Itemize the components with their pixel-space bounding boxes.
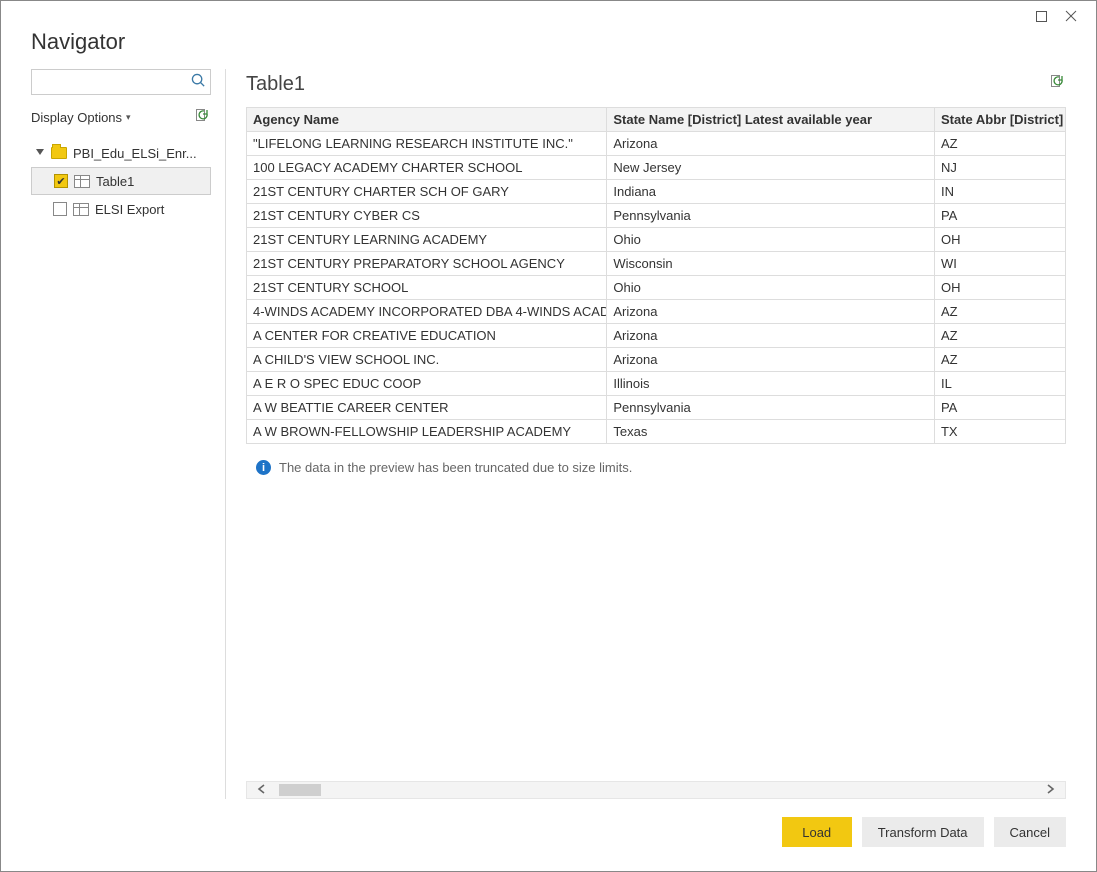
table-cell: Pennsylvania bbox=[607, 204, 935, 228]
tree-root-folder[interactable]: PBI_Edu_ELSi_Enr... bbox=[31, 139, 211, 167]
table-cell: Arizona bbox=[607, 324, 935, 348]
table-row[interactable]: 21ST CENTURY CYBER CSPennsylvaniaPA bbox=[247, 204, 1066, 228]
search-icon[interactable] bbox=[191, 73, 206, 92]
table-row[interactable]: A E R O SPEC EDUC COOPIllinoisIL bbox=[247, 372, 1066, 396]
table-cell: IL bbox=[934, 372, 1065, 396]
tree-item-label: ELSI Export bbox=[95, 202, 211, 217]
table-cell: Wisconsin bbox=[607, 252, 935, 276]
tree-collapse-icon[interactable] bbox=[35, 149, 45, 157]
table-row[interactable]: 21ST CENTURY CHARTER SCH OF GARYIndianaI… bbox=[247, 180, 1066, 204]
truncation-info: i The data in the preview has been trunc… bbox=[246, 460, 1066, 475]
table-cell: AZ bbox=[934, 324, 1065, 348]
table-row[interactable]: 4-WINDS ACADEMY INCORPORATED DBA 4-WINDS… bbox=[247, 300, 1066, 324]
table-row[interactable]: A W BEATTIE CAREER CENTERPennsylvaniaPA bbox=[247, 396, 1066, 420]
tree-root-label: PBI_Edu_ELSi_Enr... bbox=[73, 146, 211, 161]
table-cell: Arizona bbox=[607, 132, 935, 156]
table-cell: Ohio bbox=[607, 228, 935, 252]
table-cell: Texas bbox=[607, 420, 935, 444]
preview-pane: Table1 Agency Name State Name [District]… bbox=[226, 69, 1066, 799]
info-icon: i bbox=[256, 460, 271, 475]
table-cell: AZ bbox=[934, 300, 1065, 324]
transform-data-button[interactable]: Transform Data bbox=[862, 817, 984, 847]
table-cell: A CENTER FOR CREATIVE EDUCATION bbox=[247, 324, 607, 348]
table-cell: New Jersey bbox=[607, 156, 935, 180]
table-icon bbox=[73, 203, 89, 216]
preview-table: Agency Name State Name [District] Latest… bbox=[246, 107, 1066, 444]
scroll-right-arrow[interactable] bbox=[1035, 783, 1065, 797]
table-cell: OH bbox=[934, 276, 1065, 300]
table-row[interactable]: 21ST CENTURY LEARNING ACADEMYOhioOH bbox=[247, 228, 1066, 252]
tree-item-table1[interactable]: ✔ Table1 bbox=[31, 167, 211, 195]
table-row[interactable]: 21ST CENTURY SCHOOLOhioOH bbox=[247, 276, 1066, 300]
search-box[interactable] bbox=[31, 69, 211, 95]
close-button[interactable] bbox=[1056, 1, 1086, 31]
tree-item-checkbox[interactable]: ✔ bbox=[54, 174, 68, 188]
dialog-footer: Load Transform Data Cancel bbox=[1, 799, 1096, 871]
table-cell: TX bbox=[934, 420, 1065, 444]
dialog-title: Navigator bbox=[1, 29, 1096, 69]
table-cell: 4-WINDS ACADEMY INCORPORATED DBA 4-WINDS… bbox=[247, 300, 607, 324]
table-cell: Arizona bbox=[607, 300, 935, 324]
table-cell: WI bbox=[934, 252, 1065, 276]
table-cell: Pennsylvania bbox=[607, 396, 935, 420]
table-cell: PA bbox=[934, 204, 1065, 228]
table-cell: "LIFELONG LEARNING RESEARCH INSTITUTE IN… bbox=[247, 132, 607, 156]
table-cell: Indiana bbox=[607, 180, 935, 204]
table-cell: Arizona bbox=[607, 348, 935, 372]
chevron-down-icon: ▾ bbox=[126, 112, 131, 123]
table-row[interactable]: A W BROWN-FELLOWSHIP LEADERSHIP ACADEMYT… bbox=[247, 420, 1066, 444]
table-cell: 21ST CENTURY SCHOOL bbox=[247, 276, 607, 300]
display-options-label: Display Options bbox=[31, 110, 122, 125]
table-cell: Ohio bbox=[607, 276, 935, 300]
navigator-tree: PBI_Edu_ELSi_Enr... ✔ Table1 ELSI Export bbox=[31, 139, 211, 223]
table-row[interactable]: A CHILD'S VIEW SCHOOL INC.ArizonaAZ bbox=[247, 348, 1066, 372]
table-cell: 21ST CENTURY LEARNING ACADEMY bbox=[247, 228, 607, 252]
table-row[interactable]: A CENTER FOR CREATIVE EDUCATIONArizonaAZ bbox=[247, 324, 1066, 348]
tree-item-checkbox[interactable] bbox=[53, 202, 67, 216]
column-header[interactable]: State Abbr [District] bbox=[934, 108, 1065, 132]
scrollbar-thumb[interactable] bbox=[279, 784, 321, 796]
load-button[interactable]: Load bbox=[782, 817, 852, 847]
table-cell: 100 LEGACY ACADEMY CHARTER SCHOOL bbox=[247, 156, 607, 180]
table-row[interactable]: 21ST CENTURY PREPARATORY SCHOOL AGENCYWi… bbox=[247, 252, 1066, 276]
display-options-dropdown[interactable]: Display Options ▾ bbox=[31, 110, 131, 125]
info-text: The data in the preview has been truncat… bbox=[279, 460, 632, 475]
table-cell: AZ bbox=[934, 348, 1065, 372]
tree-item-label: Table1 bbox=[96, 174, 210, 189]
table-cell: A W BEATTIE CAREER CENTER bbox=[247, 396, 607, 420]
table-cell: 21ST CENTURY PREPARATORY SCHOOL AGENCY bbox=[247, 252, 607, 276]
horizontal-scrollbar[interactable] bbox=[246, 781, 1066, 799]
table-cell: OH bbox=[934, 228, 1065, 252]
table-icon bbox=[74, 175, 90, 188]
navigator-left-pane: Display Options ▾ PBI_ bbox=[31, 69, 226, 799]
table-cell: 21ST CENTURY CHARTER SCH OF GARY bbox=[247, 180, 607, 204]
table-cell: NJ bbox=[934, 156, 1065, 180]
window-titlebar bbox=[1, 1, 1096, 31]
table-cell: IN bbox=[934, 180, 1065, 204]
table-row[interactable]: 100 LEGACY ACADEMY CHARTER SCHOOLNew Jer… bbox=[247, 156, 1066, 180]
folder-icon bbox=[51, 147, 67, 159]
refresh-icon[interactable] bbox=[195, 108, 211, 127]
table-header-row: Agency Name State Name [District] Latest… bbox=[247, 108, 1066, 132]
preview-refresh-icon[interactable] bbox=[1050, 73, 1066, 96]
table-cell: A W BROWN-FELLOWSHIP LEADERSHIP ACADEMY bbox=[247, 420, 607, 444]
table-row[interactable]: "LIFELONG LEARNING RESEARCH INSTITUTE IN… bbox=[247, 132, 1066, 156]
scroll-left-arrow[interactable] bbox=[247, 783, 277, 797]
column-header[interactable]: Agency Name bbox=[247, 108, 607, 132]
table-cell: AZ bbox=[934, 132, 1065, 156]
table-cell: PA bbox=[934, 396, 1065, 420]
table-cell: A CHILD'S VIEW SCHOOL INC. bbox=[247, 348, 607, 372]
table-cell: Illinois bbox=[607, 372, 935, 396]
navigator-dialog: Navigator Display Options ▾ bbox=[0, 0, 1097, 872]
preview-title: Table1 bbox=[246, 73, 305, 96]
table-cell: 21ST CENTURY CYBER CS bbox=[247, 204, 607, 228]
cancel-button[interactable]: Cancel bbox=[994, 817, 1066, 847]
maximize-button[interactable] bbox=[1026, 1, 1056, 31]
column-header[interactable]: State Name [District] Latest available y… bbox=[607, 108, 935, 132]
search-input[interactable] bbox=[38, 74, 191, 91]
tree-item-elsi-export[interactable]: ELSI Export bbox=[31, 195, 211, 223]
table-cell: A E R O SPEC EDUC COOP bbox=[247, 372, 607, 396]
scrollbar-track[interactable] bbox=[277, 782, 1035, 798]
